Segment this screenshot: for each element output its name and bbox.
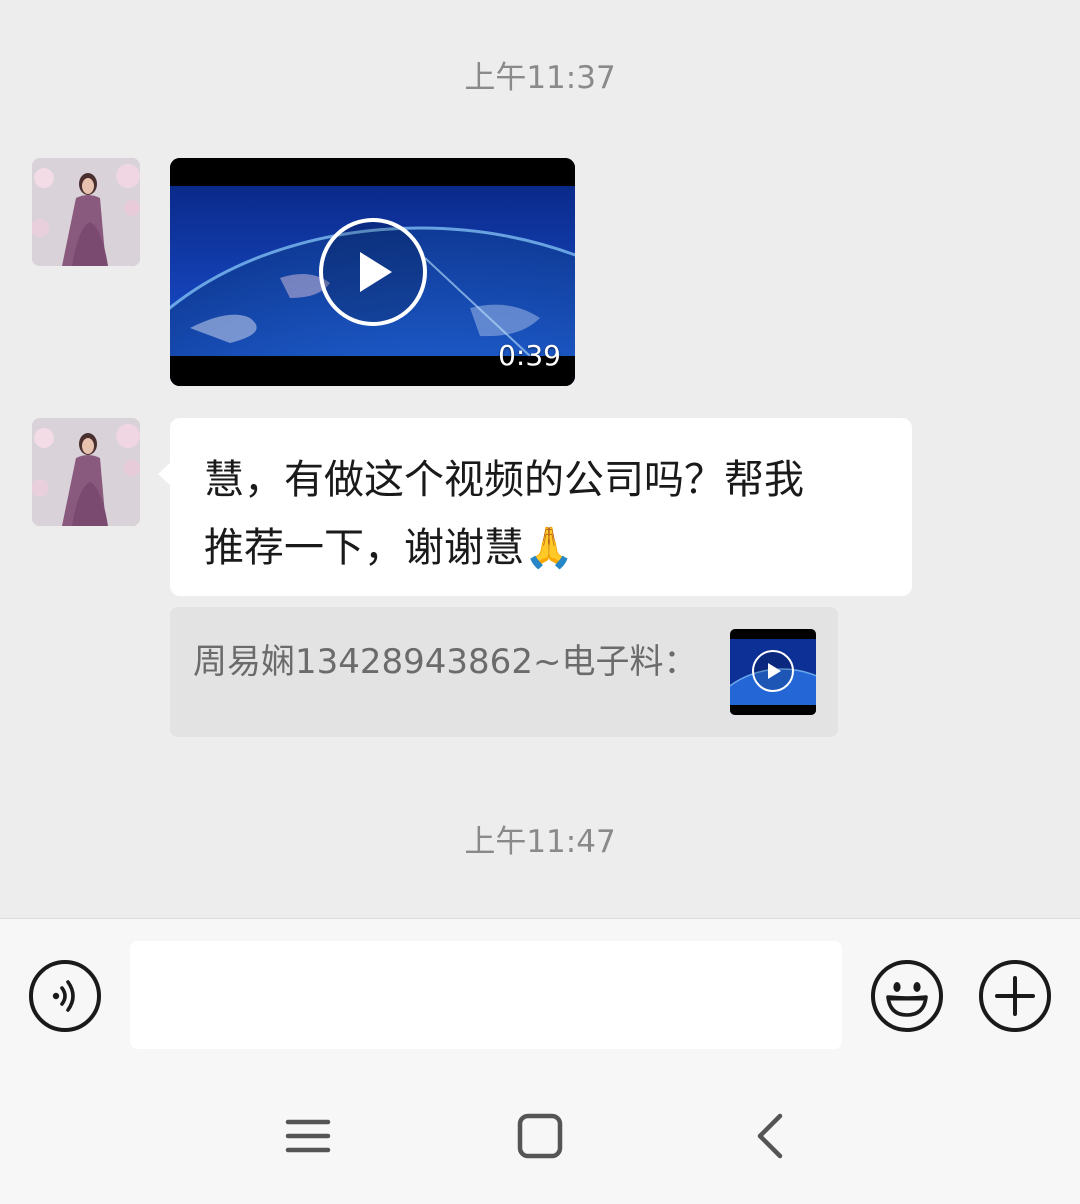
emoji-icon[interactable] [870, 959, 944, 1033]
plus-icon[interactable] [978, 959, 1052, 1033]
video-duration: 0:39 [498, 339, 561, 372]
message-input[interactable] [130, 941, 842, 1049]
avatar[interactable] [32, 418, 140, 526]
voice-icon[interactable] [28, 959, 102, 1033]
timestamp: 上午11:37 [464, 60, 616, 96]
back-icon[interactable] [744, 1108, 800, 1164]
menu-icon[interactable] [280, 1108, 336, 1164]
message-text-line: 推荐一下，谢谢慧🙏 [204, 525, 574, 571]
quote-text: 周易娴13428943862~电子料： [193, 642, 698, 682]
text-message-bubble[interactable]: 慧，有做这个视频的公司吗？帮我 推荐一下，谢谢慧🙏 [158, 418, 912, 596]
video-message[interactable]: 0:39 [170, 158, 575, 386]
message-text-line: 慧，有做这个视频的公司吗？帮我 [204, 457, 804, 503]
system-nav-bar [0, 1068, 1080, 1204]
quote-video-thumbnail[interactable] [730, 629, 816, 715]
quoted-message[interactable]: 周易娴13428943862~电子料： [170, 607, 838, 737]
home-icon[interactable] [512, 1108, 568, 1164]
avatar[interactable] [32, 158, 140, 266]
avatar-image [32, 158, 140, 266]
timestamp: 上午11:47 [464, 824, 616, 860]
avatar-image [32, 418, 140, 526]
input-bar [0, 918, 1080, 1068]
